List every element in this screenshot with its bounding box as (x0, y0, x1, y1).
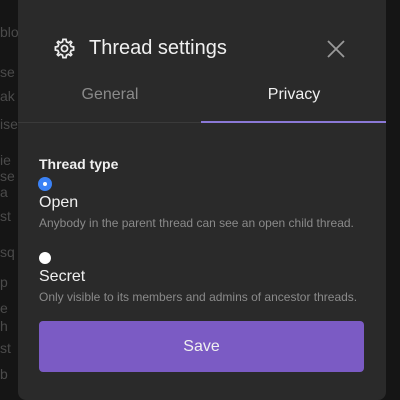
save-button[interactable]: Save (39, 321, 364, 372)
background-text: ak (0, 88, 15, 104)
background-text: a (0, 184, 8, 200)
active-tab-indicator (201, 121, 386, 123)
dialog-header: Thread settings (18, 28, 386, 68)
background-text: st (0, 208, 11, 224)
background-text: b (0, 366, 8, 382)
background-text: ise (0, 116, 18, 132)
background-text: se (0, 168, 15, 184)
dialog-title: Thread settings (89, 37, 227, 59)
background-text: st (0, 340, 11, 356)
open-radio-button[interactable] (39, 178, 51, 190)
close-icon[interactable] (325, 38, 347, 60)
secret-option-description: Only visible to its members and admins o… (39, 290, 358, 304)
background-text: ie (0, 152, 11, 168)
thread-settings-dialog: Thread settings General Privacy Thread t… (18, 0, 386, 400)
background-text: blo (0, 24, 19, 40)
background-text: se (0, 64, 15, 80)
background-text: h (0, 318, 8, 334)
secret-radio-button[interactable] (39, 252, 51, 264)
background-text: sq (0, 244, 15, 260)
background-text: e (0, 300, 8, 316)
secret-option-title[interactable]: Secret (39, 268, 85, 286)
thread-type-label: Thread type (39, 156, 119, 172)
tab-privacy[interactable]: Privacy (202, 80, 386, 121)
tab-general[interactable]: General (18, 80, 202, 121)
background-text: p (0, 274, 8, 290)
open-option-description: Anybody in the parent thread can see an … (39, 216, 354, 230)
gear-icon (54, 38, 75, 59)
open-option-title[interactable]: Open (39, 194, 78, 212)
tab-bar: General Privacy (18, 80, 386, 124)
